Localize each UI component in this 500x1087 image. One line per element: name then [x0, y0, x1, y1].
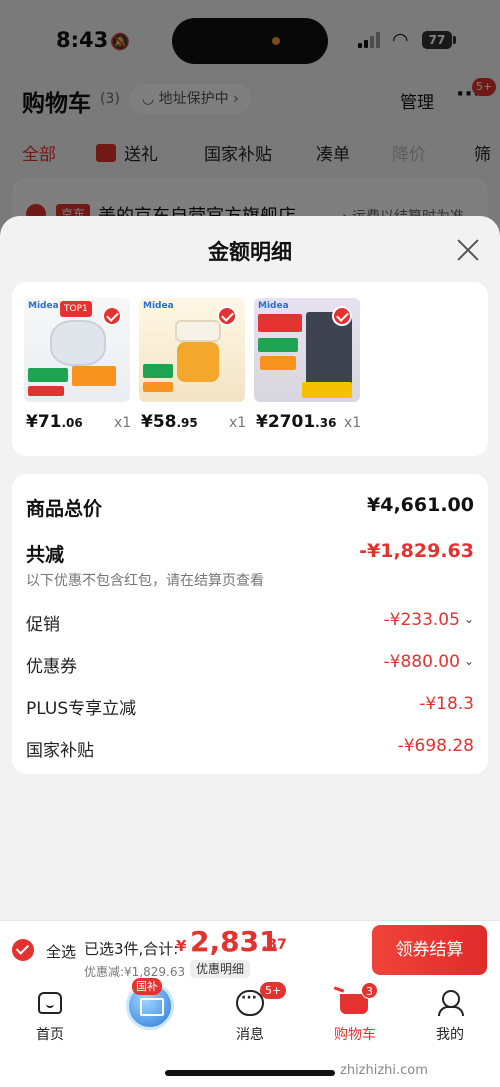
plus-value: -¥18.3: [419, 694, 474, 714]
selected-count-text: 已选3件,合计:: [84, 940, 179, 958]
brand-logo: Midea: [258, 301, 289, 311]
reduce-label: 共减: [26, 544, 65, 566]
nav-messages[interactable]: 5+ 消息: [210, 982, 290, 1046]
nav-messages-label: 消息: [236, 1027, 264, 1043]
promo-label: 促销: [26, 615, 60, 635]
product-price: ¥58.95: [141, 412, 198, 432]
national-subsidy-badge: 国补: [132, 978, 162, 995]
product-item[interactable]: Midea ¥2701.36 x1: [254, 298, 364, 438]
coupon-label: 优惠券: [26, 657, 77, 677]
coupon-value-wrap: -¥880.00 ⌄: [384, 652, 475, 672]
brand-logo: Midea: [143, 301, 174, 311]
reduce-value: -¥1,829.63: [359, 540, 474, 562]
nav-me-label: 我的: [436, 1027, 464, 1043]
discount-text: 优惠减:¥1,829.63: [84, 965, 186, 979]
brand-logo: Midea: [28, 301, 59, 311]
home-indicator: [165, 1070, 335, 1076]
nav-home[interactable]: 首页: [10, 986, 90, 1046]
sheet-title: 金额明细: [208, 240, 292, 264]
total-amount-decimal: .37: [262, 937, 287, 953]
subsidy-value: -¥698.28: [397, 736, 474, 756]
nav-cart[interactable]: 3 购物车: [315, 982, 395, 1046]
total-value: ¥4,661.00: [367, 494, 474, 516]
reduce-note: 以下优惠不包含红包，请在结算页查看: [26, 573, 264, 589]
price-summary-card: 商品总价 ¥4,661.00 共减 -¥1,829.63 以下优惠不包含红包，请…: [12, 474, 488, 774]
product-quantity: x1: [229, 415, 247, 431]
nav-home-label: 首页: [36, 1027, 64, 1043]
plus-label: PLUS专享立减: [26, 699, 137, 719]
nav-national-subsidy[interactable]: 国补: [110, 978, 190, 1046]
close-icon[interactable]: [454, 236, 482, 264]
checkout-bar: 全选 已选3件,合计: ¥ 2,831 .37 优惠减:¥1,829.63 优惠…: [0, 920, 500, 982]
product-quantity: x1: [114, 415, 132, 431]
nav-cart-label: 购物车: [334, 1027, 376, 1043]
product-checkbox[interactable]: [332, 306, 352, 326]
product-quantity: x1: [344, 415, 362, 431]
home-icon: [38, 992, 62, 1014]
coupon-value: -¥880.00: [383, 652, 460, 672]
checkout-button[interactable]: 领券结算: [372, 925, 487, 975]
promo-value: -¥233.05: [383, 610, 460, 630]
chevron-down-icon[interactable]: ⌄: [464, 612, 474, 626]
products-card: Midea TOP1 ¥71.06 x1 Midea ¥58.95 x1 Mid…: [12, 282, 488, 456]
total-currency: ¥: [176, 937, 187, 955]
user-profile-icon: [438, 990, 464, 1016]
subsidy-label: 国家补贴: [26, 741, 94, 761]
amount-detail-sheet: 金额明细 Midea TOP1 ¥71.06 x1 Midea ¥58.95 x…: [0, 216, 500, 920]
watermark: zhizhizhi.com: [340, 1063, 428, 1078]
total-label: 商品总价: [26, 498, 103, 520]
product-item[interactable]: Midea TOP1 ¥71.06 x1: [24, 298, 134, 438]
select-all-checkbox[interactable]: [12, 939, 34, 961]
product-checkbox[interactable]: [102, 306, 122, 326]
select-all-label[interactable]: 全选: [46, 941, 76, 962]
messages-badge: 5+: [260, 982, 287, 999]
cart-badge: 3: [361, 982, 378, 999]
nav-me[interactable]: 我的: [410, 986, 490, 1046]
product-price: ¥71.06: [26, 412, 83, 432]
chevron-down-icon[interactable]: ⌄: [464, 654, 474, 668]
rank-badge: TOP1: [60, 301, 92, 317]
product-checkbox[interactable]: [217, 306, 237, 326]
discount-detail-link[interactable]: 优惠明细: [190, 960, 251, 978]
product-item[interactable]: Midea ¥58.95 x1: [139, 298, 249, 438]
promo-value-wrap: -¥233.05 ⌄: [384, 610, 475, 630]
product-price: ¥2701.36: [256, 412, 337, 432]
